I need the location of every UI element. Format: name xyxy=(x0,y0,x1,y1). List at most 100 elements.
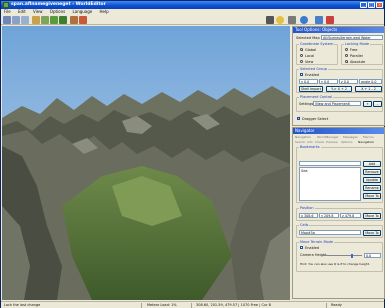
shell-import-button[interactable]: Shell Import xyxy=(299,86,323,92)
status-left-text: Lock the last change xyxy=(4,303,41,307)
status-separator xyxy=(141,303,142,308)
tab-info[interactable]: Info xyxy=(307,140,313,144)
terrain-render xyxy=(2,26,290,300)
tab-macros[interactable]: Macros xyxy=(363,135,374,139)
close-button[interactable]: × xyxy=(376,2,383,8)
tool-options-title: Tool Options: Objects xyxy=(293,27,384,33)
minimize-button[interactable]: _ xyxy=(360,2,367,8)
selected-map-label: Selected Map xyxy=(296,36,320,40)
move-terrain-label: Move Terrain Mode xyxy=(299,240,334,244)
remove-setting-button[interactable]: - xyxy=(373,101,382,107)
tab-options[interactable]: Options xyxy=(341,140,353,144)
settings-icon[interactable] xyxy=(288,16,296,24)
locking-mode-group: Locking Mode Free Parallel Absolute xyxy=(341,42,383,65)
bookmark-move-to-button[interactable]: Move To xyxy=(363,193,381,199)
radio-parallel-label: Parallel xyxy=(350,53,363,58)
tab-preview[interactable]: Preview xyxy=(326,140,338,144)
radio-absolute[interactable] xyxy=(345,60,348,63)
globe-icon[interactable] xyxy=(300,16,308,24)
tab-search[interactable]: Search xyxy=(295,140,305,144)
position-move-to-button[interactable]: Move To xyxy=(363,212,381,219)
help-icon[interactable] xyxy=(315,16,323,24)
radio-absolute-label: Absolute xyxy=(350,59,366,64)
tab-check[interactable]: Check xyxy=(315,140,324,144)
radio-local[interactable] xyxy=(300,54,303,57)
brush-icon[interactable] xyxy=(70,16,78,24)
cells-move-to-button[interactable]: Move To xyxy=(363,229,381,236)
radio-view[interactable] xyxy=(300,60,303,63)
sun-icon[interactable] xyxy=(276,16,284,24)
selected-group-box: Selected Group Enabled x 0.0 y 0.0 z 0.0… xyxy=(296,67,383,93)
tab-world-manager[interactable]: WorldManager xyxy=(317,135,339,139)
bookmark-rename-button[interactable]: Rename xyxy=(363,185,381,191)
bookmarks-list[interactable]: Sea xyxy=(299,167,361,201)
radio-view-label: View xyxy=(305,59,314,64)
grass-icon[interactable] xyxy=(50,16,58,24)
camera-height-slider[interactable] xyxy=(322,255,362,256)
selected-map-select[interactable]: All/Scenes/terrain.wed Water xyxy=(321,35,383,40)
terrain-viewport[interactable] xyxy=(2,26,290,300)
selected-group-label: Selected Group xyxy=(299,67,328,71)
locking-mode-label: Locking Mode xyxy=(344,42,371,46)
status-separator xyxy=(191,303,192,308)
navigator-tabs: Navigation WorldManager Messages Macros … xyxy=(295,135,383,145)
toolbar xyxy=(1,15,384,25)
tab-navigation-active[interactable]: Navigation xyxy=(358,140,374,144)
camera-height-field[interactable]: 0.0 xyxy=(364,252,381,258)
settings-label: Settings xyxy=(299,102,314,106)
pos-z-field[interactable]: z 0.0 xyxy=(339,79,358,84)
radio-parallel[interactable] xyxy=(345,54,348,57)
radio-free-label: Free xyxy=(350,47,358,52)
position-y-field[interactable]: y 209.8 xyxy=(319,213,339,218)
move-terrain-group: Move Terrain Mode Enabled Camera Height … xyxy=(296,240,383,272)
move-icon[interactable] xyxy=(3,16,11,24)
camera-height-thumb[interactable] xyxy=(350,253,353,258)
position-z-field[interactable]: z 479.8 xyxy=(340,213,361,218)
placement-control-group: Placement Control Settings (New and Plac… xyxy=(296,95,383,112)
y-x-button[interactable]: Y-> X + 2 xyxy=(326,86,352,92)
placement-control-label: Placement Control xyxy=(299,95,334,99)
rotate-icon[interactable] xyxy=(12,16,20,24)
position-x-field[interactable]: x 308.6 xyxy=(299,213,318,218)
status-coordinates: 308.60, 201.59, 479.57 | 1070 Free | Cur… xyxy=(196,303,271,307)
settings-select[interactable]: (New and Placement) xyxy=(313,101,361,106)
status-separator xyxy=(326,303,327,308)
main-window: span.aflnamegiveneget - WorldEditor _ □ … xyxy=(0,0,385,308)
paint-icon[interactable] xyxy=(79,16,87,24)
tab-messages[interactable]: Messages xyxy=(343,135,358,139)
tab-navigation[interactable]: Navigation xyxy=(295,135,311,139)
navigator-panel: Navigator Navigation WorldManager Messag… xyxy=(292,127,385,299)
exit-icon[interactable] xyxy=(326,16,334,24)
enabled-checkbox[interactable] xyxy=(300,73,303,76)
dragger-check-mark: ✓ xyxy=(297,116,301,120)
bookmark-add-button[interactable]: Add xyxy=(363,161,381,167)
coordinate-system-label: Coordinate System xyxy=(299,42,335,46)
bookmark-item-sea[interactable]: Sea xyxy=(301,169,308,173)
add-setting-button[interactable]: + xyxy=(363,101,372,107)
select-icon[interactable] xyxy=(32,16,40,24)
enabled-label: Enabled xyxy=(305,72,320,77)
scale-icon[interactable] xyxy=(21,16,29,24)
position-label: Position xyxy=(299,206,315,210)
tool-options-panel: Tool Options: Objects Selected Map All/S… xyxy=(292,26,385,126)
maximize-button[interactable]: □ xyxy=(368,2,375,8)
tree-icon[interactable] xyxy=(59,16,67,24)
pos-x-field[interactable]: x 0.0 xyxy=(299,79,318,84)
radio-global-label: Global xyxy=(305,47,317,52)
status-meteor-load: Meteor Load: 1% xyxy=(147,303,177,307)
angle-field[interactable]: angle 0.0 xyxy=(359,79,382,84)
terrain-icon[interactable] xyxy=(41,16,49,24)
bookmark-update-button[interactable]: Update xyxy=(363,177,381,183)
pos-y-field[interactable]: y 0.0 xyxy=(319,79,338,84)
coordinate-system-group: Coordinate System Global Local View xyxy=(296,42,338,65)
title-bar[interactable]: span.aflnamegiveneget - WorldEditor _ □ … xyxy=(1,1,384,9)
bookmark-name-input[interactable] xyxy=(299,161,361,166)
follow-enabled-checkbox[interactable] xyxy=(300,246,303,249)
radio-free[interactable] xyxy=(345,48,348,51)
camera-icon[interactable] xyxy=(266,16,274,24)
radio-global[interactable] xyxy=(300,48,303,51)
bookmark-remove-button[interactable]: Remove xyxy=(363,169,381,175)
cells-select[interactable]: Map#5a xyxy=(299,230,361,235)
follow-enabled-label: Enabled xyxy=(305,245,320,250)
x-minus-button[interactable]: X + 1 - 2 xyxy=(355,86,382,92)
